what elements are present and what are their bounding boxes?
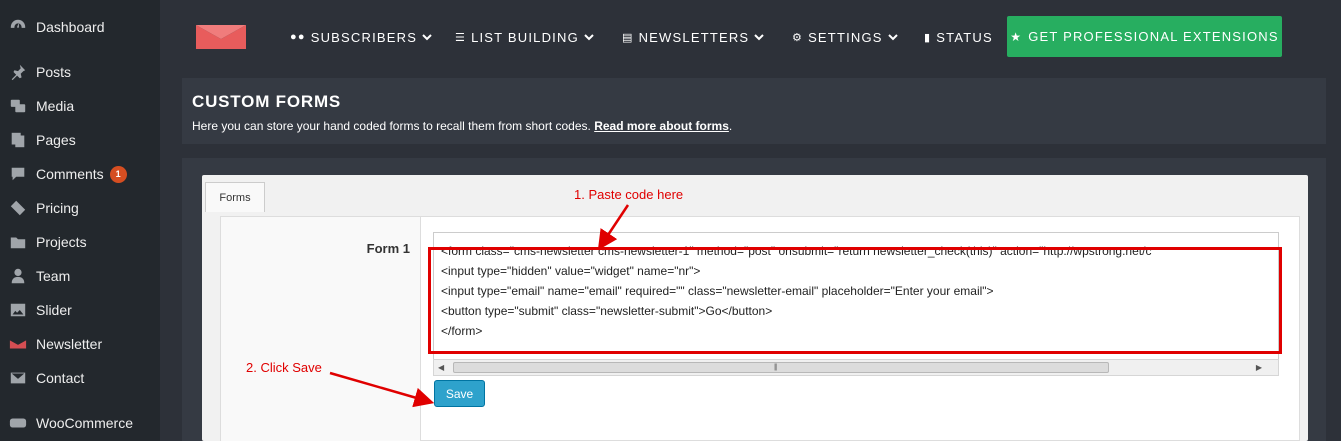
- scroll-left-icon[interactable]: ◀: [438, 363, 444, 372]
- sidebar-item-pricing[interactable]: Pricing: [0, 191, 160, 225]
- form-label: Form 1: [366, 241, 410, 256]
- sidebar-item-projects[interactable]: Projects: [0, 225, 160, 259]
- chevron-down-icon: [754, 34, 765, 41]
- chevron-down-icon: [422, 34, 432, 41]
- form-table: Form 1 <form class="cms-newsletter cms-n…: [220, 216, 1300, 441]
- nav-settings[interactable]: ⚙ SETTINGS: [792, 28, 898, 46]
- main-panel: Forms Form 1 <form class="cms-newsletter…: [182, 158, 1326, 441]
- sidebar-item-label: Slider: [36, 302, 72, 318]
- comment-count-badge: 1: [109, 165, 127, 183]
- list-icon: ☰: [455, 31, 467, 44]
- page-description-suffix: .: [728, 119, 733, 133]
- dashboard-icon: [0, 18, 36, 36]
- sidebar-item-label: Media: [36, 98, 75, 114]
- nav-subscribers[interactable]: ●● SUBSCRIBERS: [290, 28, 432, 46]
- scroll-right-icon[interactable]: ▶: [1256, 363, 1262, 372]
- sidebar-item-slider[interactable]: Slider: [0, 293, 160, 327]
- media-icon: [0, 97, 36, 115]
- woocommerce-icon: [0, 414, 36, 432]
- sidebar-item-team[interactable]: Team: [0, 259, 160, 293]
- get-pro-extensions-button[interactable]: ★ GET PROFESSIONAL EXTENSIONS: [1007, 16, 1282, 57]
- annotation-step-2: 2. Click Save: [246, 360, 322, 375]
- sidebar-item-label: Pages: [36, 132, 76, 148]
- sidebar-item-label: Team: [36, 268, 71, 284]
- newsletter-logo-icon: [0, 335, 36, 353]
- person-icon: [0, 267, 36, 285]
- nav-newsletters[interactable]: ▤ NEWSLETTERS: [622, 28, 765, 46]
- form-code-textarea[interactable]: <form class="cms-newsletter cms-newslett…: [433, 232, 1279, 360]
- sidebar-item-dashboard[interactable]: Dashboard: [0, 10, 160, 44]
- sidebar-item-label: Newsletter: [36, 336, 103, 352]
- pages-icon: [0, 131, 36, 149]
- forms-panel: Forms Form 1 <form class="cms-newsletter…: [202, 175, 1308, 441]
- sidebar-item-media[interactable]: Media: [0, 89, 160, 123]
- horizontal-scrollbar[interactable]: ◀ ||| ▶: [433, 359, 1279, 376]
- sidebar-item-label: Comments: [36, 166, 104, 182]
- mail-icon: [0, 369, 36, 387]
- page-header: CUSTOM FORMS Here you can store your han…: [182, 78, 1326, 144]
- nav-newsletters-label: NEWSLETTERS: [638, 29, 750, 45]
- code-line: <input type="email" name="email" require…: [441, 284, 994, 298]
- nav-status-label: STATUS: [936, 29, 993, 45]
- sidebar-item-label: Projects: [36, 234, 87, 250]
- read-more-link[interactable]: Read more about forms: [594, 119, 729, 133]
- sidebar-item-contact[interactable]: Contact: [0, 361, 160, 395]
- code-line: <input type="hidden" value="widget" name…: [441, 264, 701, 278]
- nav-list-building[interactable]: ☰ LIST BUILDING: [455, 28, 594, 46]
- sidebar-item-label: WooCommerce: [36, 415, 133, 431]
- plugin-content: ●● SUBSCRIBERS ☰ LIST BUILDING ▤ NEWSLET…: [160, 0, 1341, 441]
- nav-settings-label: SETTINGS: [808, 29, 883, 45]
- sidebar-item-label: Contact: [36, 370, 85, 386]
- grip-icon: |||: [774, 364, 778, 371]
- code-line: <form class="cms-newsletter cms-newslett…: [441, 244, 1152, 258]
- sidebar-item-posts[interactable]: Posts: [0, 55, 160, 89]
- save-button[interactable]: Save: [434, 380, 485, 407]
- sidebar-item-label: Dashboard: [36, 19, 105, 35]
- pin-icon: [0, 63, 36, 81]
- gear-icon: ⚙: [792, 31, 804, 44]
- sidebar-item-label: Pricing: [36, 200, 79, 216]
- nav-status[interactable]: ▮ STATUS: [924, 28, 993, 46]
- sidebar-item-woocommerce[interactable]: WooCommerce: [0, 406, 160, 440]
- users-icon: ●●: [290, 31, 306, 43]
- admin-sidebar: Dashboard Posts Media Pages Comments 1 P…: [0, 0, 160, 441]
- plugin-top-nav: ●● SUBSCRIBERS ☰ LIST BUILDING ▤ NEWSLET…: [160, 0, 1341, 74]
- annotation-step-1: 1. Paste code here: [574, 187, 684, 202]
- code-line: <button type="submit" class="newsletter-…: [441, 304, 773, 318]
- chevron-down-icon: [584, 34, 594, 41]
- thermometer-icon: ▮: [924, 31, 932, 44]
- nav-list-building-label: LIST BUILDING: [471, 29, 579, 45]
- newspaper-icon: ▤: [622, 31, 634, 44]
- page-description: Here you can store your hand coded forms…: [192, 119, 1316, 133]
- pro-button-label: GET PROFESSIONAL EXTENSIONS: [1028, 29, 1279, 44]
- comment-icon: [0, 165, 36, 183]
- image-icon: [0, 301, 36, 319]
- sidebar-item-newsletter[interactable]: Newsletter: [0, 327, 160, 361]
- scrollbar-thumb[interactable]: |||: [453, 362, 1109, 373]
- sidebar-item-label: Posts: [36, 64, 72, 80]
- form-label-cell: Form 1: [221, 217, 421, 441]
- folder-icon: [0, 233, 36, 251]
- tag-icon: [0, 199, 36, 217]
- sidebar-item-comments[interactable]: Comments 1: [0, 157, 160, 191]
- nav-subscribers-label: SUBSCRIBERS: [310, 29, 418, 45]
- page-title: CUSTOM FORMS: [192, 92, 342, 111]
- newsletter-logo-icon[interactable]: [196, 25, 246, 49]
- page-description-text: Here you can store your hand coded forms…: [192, 119, 595, 133]
- sidebar-item-pages[interactable]: Pages: [0, 123, 160, 157]
- trophy-icon: ★: [1010, 29, 1023, 44]
- tab-forms[interactable]: Forms: [205, 182, 265, 212]
- chevron-down-icon: [887, 34, 898, 41]
- code-line: </form>: [441, 324, 483, 338]
